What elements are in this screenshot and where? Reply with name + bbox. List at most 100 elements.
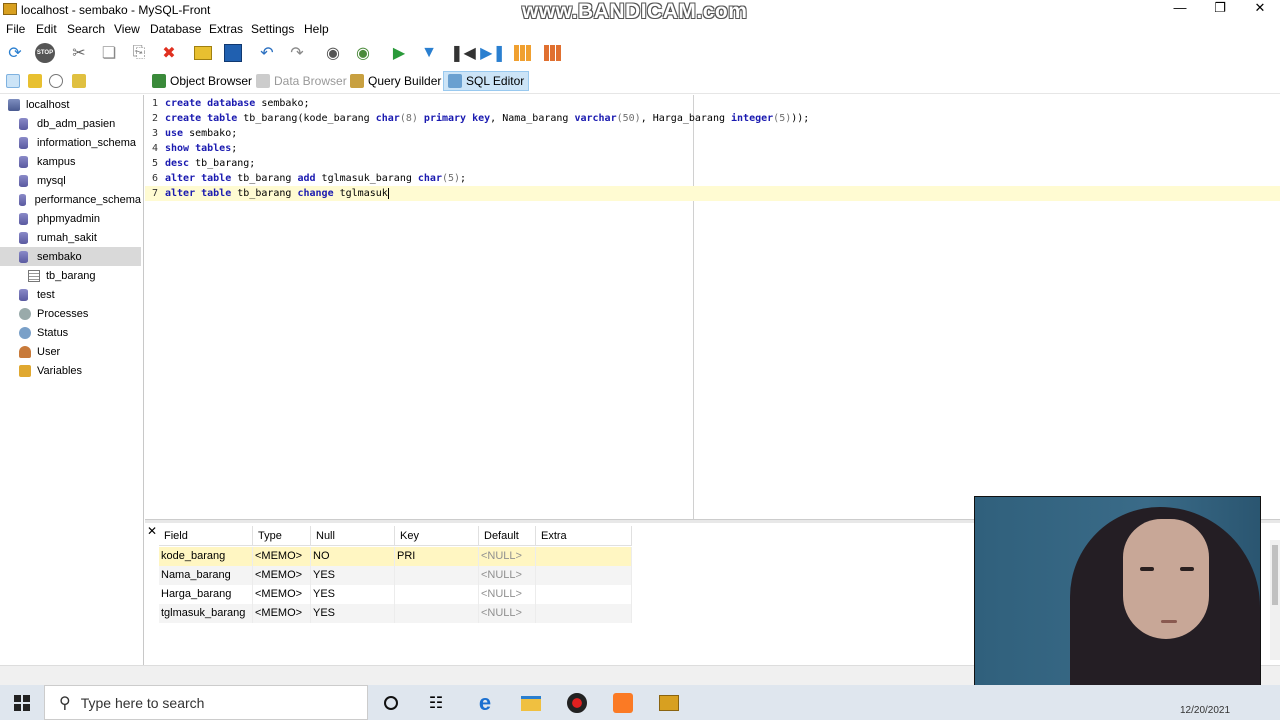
column-header-extra[interactable]: Extra	[536, 526, 632, 546]
bookmarks-icon[interactable]	[28, 74, 42, 88]
redo-icon[interactable]: ↷	[286, 42, 308, 64]
tree-item-variables[interactable]: Variables	[0, 361, 141, 380]
tab-data-browser[interactable]: Data Browser	[252, 71, 351, 91]
tree-item-mysql[interactable]: mysql	[0, 171, 141, 190]
grid-cell[interactable]	[395, 585, 479, 604]
cut-icon[interactable]: ✂	[68, 42, 90, 64]
tree-item-localhost[interactable]: localhost	[0, 95, 141, 114]
tab-object-browser[interactable]: Object Browser	[148, 71, 256, 91]
undo-icon[interactable]: ↶	[256, 42, 278, 64]
editor-line[interactable]: 5 desc tb_barang;	[145, 156, 1280, 171]
tree-item-sembako[interactable]: sembako	[0, 247, 141, 266]
tree-item-processes[interactable]: Processes	[0, 304, 141, 323]
close-window-button[interactable]: ✕	[1240, 0, 1280, 20]
menu-view[interactable]: View	[114, 22, 140, 36]
copy-icon[interactable]: ❏	[98, 42, 120, 64]
editor-line[interactable]: 2 create table tb_barang(kode_barang char…	[145, 111, 1280, 126]
column-header-type[interactable]: Type	[253, 526, 311, 546]
tree-item-tb-barang[interactable]: tb_barang	[0, 266, 141, 285]
delete-icon[interactable]: ✖	[158, 42, 180, 64]
cortana-icon[interactable]	[379, 691, 403, 715]
grid-cell[interactable]	[536, 604, 632, 623]
tree-item-phpmyadmin[interactable]: phpmyadmin	[0, 209, 141, 228]
menu-settings[interactable]: Settings	[251, 22, 294, 36]
task-view-icon[interactable]: ☷	[424, 691, 448, 715]
editor-line[interactable]: 1 create database sembako;	[145, 96, 1280, 111]
stop-icon[interactable]: STOP	[34, 42, 56, 64]
grid-cell[interactable]: <MEMO>	[253, 604, 311, 623]
find-icon[interactable]: ◉	[322, 42, 344, 64]
grid-cell[interactable]: YES	[311, 604, 395, 623]
menu-file[interactable]: File	[6, 22, 25, 36]
menu-help[interactable]: Help	[304, 22, 329, 36]
sql-files-icon[interactable]	[72, 74, 86, 88]
edge-icon[interactable]: e	[473, 690, 497, 715]
tree-item-test[interactable]: test	[0, 285, 141, 304]
save-icon[interactable]	[222, 42, 244, 64]
menu-edit[interactable]: Edit	[36, 22, 57, 36]
column-header-null[interactable]: Null	[311, 526, 395, 546]
open-file-icon[interactable]	[192, 42, 214, 64]
restore-button[interactable]: ❐	[1200, 0, 1240, 20]
grid-cell[interactable]: <MEMO>	[253, 566, 311, 585]
grid-cell[interactable]: PRI	[395, 547, 479, 566]
tree-view-icon[interactable]	[6, 74, 20, 88]
result-scrollbar[interactable]	[1270, 540, 1280, 660]
file-explorer-icon[interactable]	[519, 691, 543, 715]
tree-item-information-schema[interactable]: information_schema	[0, 133, 141, 152]
paste-icon[interactable]: ⎘	[128, 42, 150, 64]
tree-item-performance-schema[interactable]: performance_schema	[0, 190, 141, 209]
grid-cell[interactable]	[395, 604, 479, 623]
grid-cell[interactable]	[395, 566, 479, 585]
delete-record-icon[interactable]	[542, 42, 564, 64]
tree-item-status[interactable]: Status	[0, 323, 141, 342]
start-button[interactable]	[0, 685, 44, 720]
tree-item-db-adm-pasien[interactable]: db_adm_pasien	[0, 114, 141, 133]
grid-cell[interactable]: YES	[311, 585, 395, 604]
grid-cell[interactable]: Nama_barang	[159, 566, 253, 585]
grid-cell[interactable]: <NULL>	[479, 585, 536, 604]
tab-sql-editor[interactable]: SQL Editor	[443, 71, 530, 91]
refresh-icon[interactable]: ⟳	[4, 42, 26, 64]
grid-cell[interactable]: NO	[311, 547, 395, 566]
grid-cell[interactable]: kode_barang	[159, 547, 253, 566]
history-icon[interactable]	[49, 74, 63, 88]
editor-line[interactable]: 3 use sembako;	[145, 126, 1280, 141]
replace-icon[interactable]: ◉	[352, 42, 374, 64]
grid-cell[interactable]	[536, 566, 632, 585]
xampp-icon[interactable]	[611, 691, 635, 715]
close-result-icon[interactable]: ✕	[147, 524, 157, 538]
menu-extras[interactable]: Extras	[209, 22, 243, 36]
minimize-button[interactable]: —	[1160, 0, 1200, 20]
mysql-front-taskbar-icon[interactable]	[657, 691, 681, 715]
tree-item-rumah-sakit[interactable]: rumah_sakit	[0, 228, 141, 247]
insert-record-icon[interactable]	[512, 42, 534, 64]
grid-cell[interactable]: <NULL>	[479, 604, 536, 623]
editor-line[interactable]: 7 alter table tb_barang change tglmasuk	[145, 186, 1280, 201]
column-header-key[interactable]: Key	[395, 526, 479, 546]
grid-cell[interactable]: <MEMO>	[253, 585, 311, 604]
grid-cell[interactable]: <NULL>	[479, 547, 536, 566]
editor-line[interactable]: 6 alter table tb_barang add tglmasuk_bara…	[145, 171, 1280, 186]
tree-item-kampus[interactable]: kampus	[0, 152, 141, 171]
grid-cell[interactable]: <MEMO>	[253, 547, 311, 566]
grid-cell[interactable]	[536, 585, 632, 604]
run-icon[interactable]: ▶	[388, 42, 410, 64]
menu-database[interactable]: Database	[150, 22, 201, 36]
run-selection-icon[interactable]: ▼	[418, 42, 440, 64]
editor-line[interactable]: 4 show tables;	[145, 141, 1280, 156]
column-header-default[interactable]: Default	[479, 526, 536, 546]
grid-cell[interactable]: Harga_barang	[159, 585, 253, 604]
grid-cell[interactable]	[536, 547, 632, 566]
bandicam-icon[interactable]	[565, 691, 589, 715]
grid-cell[interactable]: <NULL>	[479, 566, 536, 585]
tree-item-user[interactable]: User	[0, 342, 141, 361]
grid-cell[interactable]: tglmasuk_barang	[159, 604, 253, 623]
tab-query-builder[interactable]: Query Builder	[346, 71, 445, 91]
last-record-icon[interactable]: ▶❚	[480, 42, 506, 64]
grid-cell[interactable]: YES	[311, 566, 395, 585]
first-record-icon[interactable]: ❚◀	[450, 42, 476, 64]
taskbar-search-box[interactable]: ⚲ Type here to search	[44, 685, 368, 720]
menu-search[interactable]: Search	[67, 22, 105, 36]
column-header-field[interactable]: Field	[159, 526, 253, 546]
